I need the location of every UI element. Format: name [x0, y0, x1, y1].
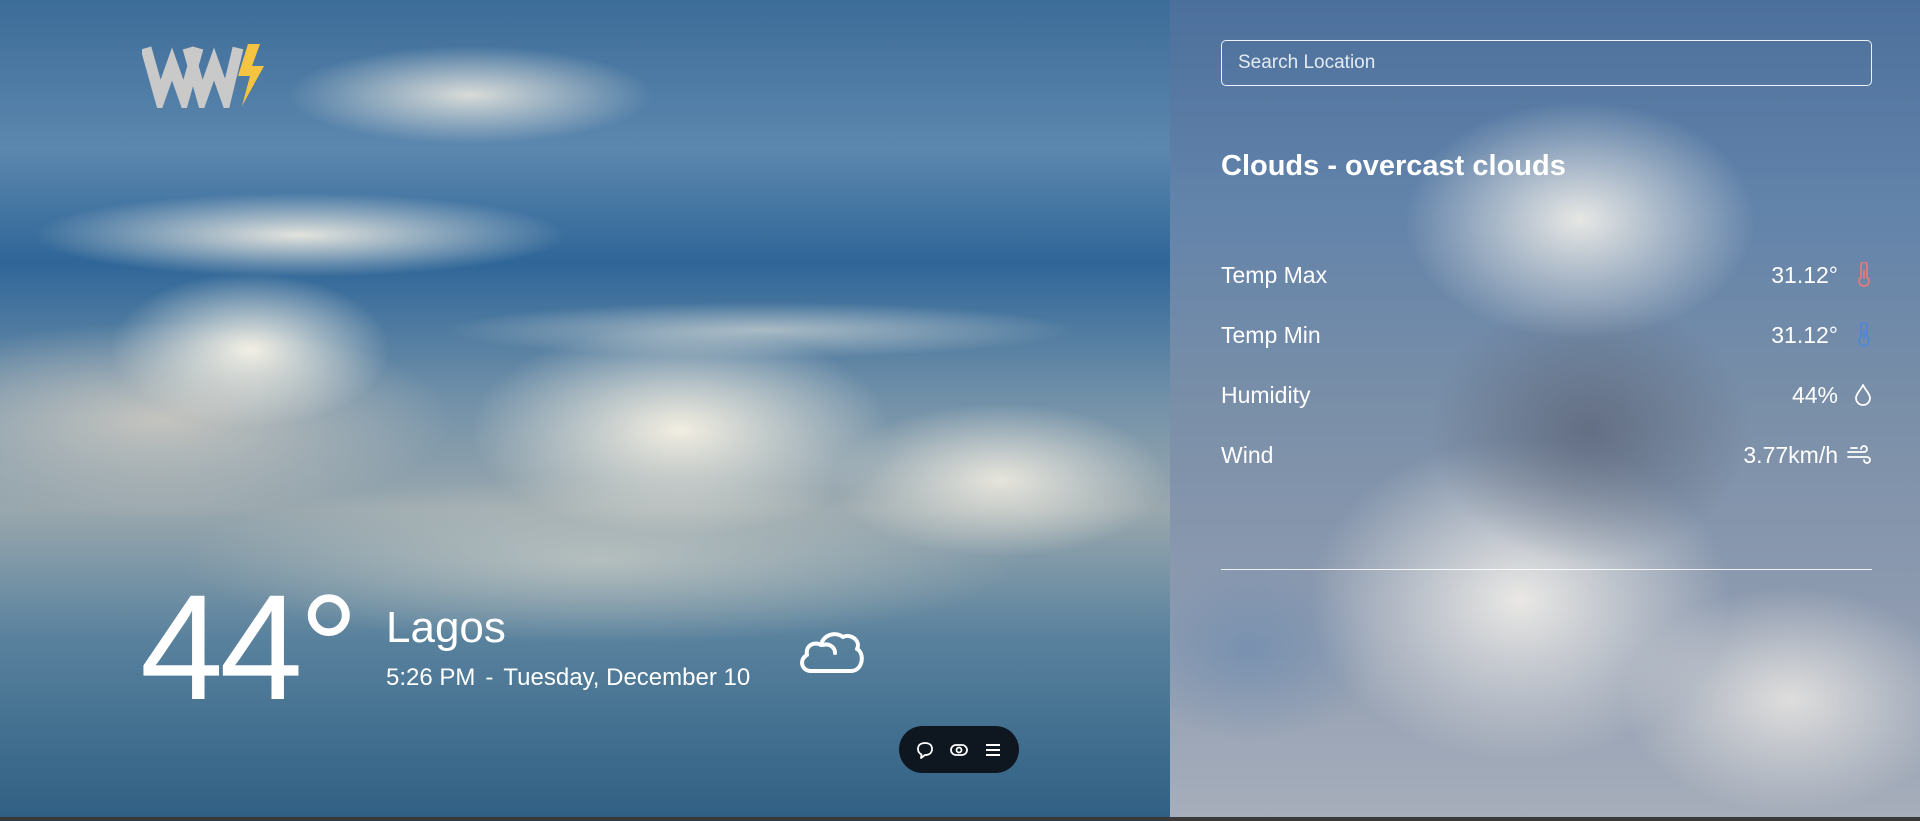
floating-toolbar: [899, 726, 1019, 773]
detail-value: 31.12°: [1771, 261, 1838, 288]
detail-row-wind: Wind 3.77km/h: [1221, 425, 1872, 485]
detail-label: Temp Max: [1221, 261, 1328, 288]
thermometer-cold-icon: [1838, 322, 1872, 348]
bottom-border: [0, 817, 1920, 821]
detail-row-temp-max: Temp Max 31.12°: [1221, 245, 1872, 305]
thermometer-hot-icon: [1838, 262, 1872, 288]
current-time: 5:26 PM: [386, 664, 476, 691]
detail-row-temp-min: Temp Min 31.12°: [1221, 305, 1872, 365]
eye-toggle-icon[interactable]: [948, 739, 970, 761]
cloud-icon: [800, 632, 864, 673]
date-separator: -: [485, 664, 494, 691]
wind-icon: [1838, 444, 1872, 466]
current-temperature: 44°: [140, 563, 359, 731]
droplet-icon: [1838, 383, 1872, 407]
chat-bubble-icon[interactable]: [914, 739, 936, 761]
weather-condition: Clouds - overcast clouds: [1221, 150, 1566, 182]
menu-icon[interactable]: [982, 739, 1004, 761]
ww-lightning-logo: [142, 44, 264, 108]
detail-value: 44%: [1791, 381, 1838, 408]
detail-value: 3.77km/h: [1743, 441, 1838, 468]
hero-section: 44° Lagos 5:26 PM - Tuesday, December 10: [0, 0, 1170, 821]
city-name: Lagos: [386, 603, 506, 652]
weather-details-list: Temp Max 31.12° Temp Min 31.12° Humidity…: [1221, 245, 1872, 485]
detail-label: Temp Min: [1221, 321, 1321, 348]
weather-details-panel: Clouds - overcast clouds Temp Max 31.12°…: [1170, 0, 1920, 817]
divider: [1221, 569, 1872, 570]
detail-label: Wind: [1221, 441, 1274, 468]
current-date: Tuesday, December 10: [503, 664, 751, 691]
detail-label: Humidity: [1221, 381, 1311, 408]
search-location-input[interactable]: [1221, 40, 1872, 86]
detail-row-humidity: Humidity 44%: [1221, 365, 1872, 425]
detail-value: 31.12°: [1771, 321, 1838, 348]
date-time: 5:26 PM - Tuesday, December 10: [386, 664, 750, 692]
